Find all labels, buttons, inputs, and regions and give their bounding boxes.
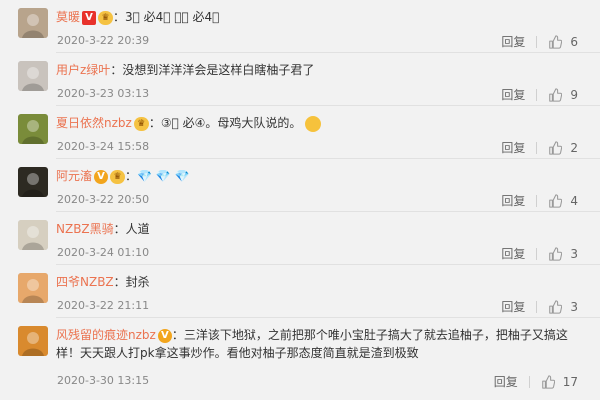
avatar-image bbox=[18, 114, 48, 144]
thumbs-up-icon bbox=[549, 34, 563, 49]
verified-yellow-badge-icon: V bbox=[157, 328, 172, 343]
member-level-badge-icon: ♛ bbox=[133, 116, 149, 131]
member-level-badge-icon: ♛ bbox=[98, 10, 114, 25]
comment-actions: 回复 6 bbox=[501, 33, 578, 50]
comment-text: 莫暖 V ♛ ：3⃣️ 必4⃣️ 黑⃣️ 必4⃣️ bbox=[56, 8, 574, 26]
avatar[interactable] bbox=[18, 8, 48, 38]
comment-text: 阿元滀 V ♛ ：💎 💎 💎 bbox=[56, 167, 574, 185]
comment-date: 2020-3-23 03:13 bbox=[57, 87, 150, 100]
smirk-emoji-icon bbox=[305, 115, 322, 132]
comment-username[interactable]: 夏日依然nzbz bbox=[56, 116, 132, 130]
comment-item: 莫暖 V ♛ ：3⃣️ 必4⃣️ 黑⃣️ 必4⃣️ 2020-3-22 20:39 回复 6 bbox=[0, 0, 600, 53]
reply-button[interactable]: 回复 bbox=[501, 245, 525, 262]
thumbs-up-icon bbox=[549, 140, 563, 155]
avatar-image bbox=[18, 8, 48, 38]
comment-actions: 回复 9 bbox=[501, 86, 578, 103]
thumbs-up-icon bbox=[549, 193, 563, 208]
comment-actions: 回复 4 bbox=[501, 192, 578, 209]
comment-content: ：人道 bbox=[113, 222, 150, 236]
verified-yellow-badge-icon: V bbox=[94, 169, 109, 184]
action-separator bbox=[536, 141, 538, 154]
comment-date: 2020-3-30 13:15 bbox=[57, 374, 150, 387]
action-separator bbox=[536, 247, 538, 260]
comment-text: 夏日依然nzbz ♛ ：③⃣️ 必④。母鸡大队说的。 bbox=[56, 114, 574, 132]
comment-text: NZBZ黑骑：人道 bbox=[56, 220, 574, 238]
like-count: 17 bbox=[562, 374, 578, 389]
comment-item: 风残留的痕迹nzbz V ：三洋该下地狱，之前把那个唯小宝肚子搞大了就去追柚子，把柚… bbox=[0, 318, 600, 400]
like-button[interactable]: 17 bbox=[541, 375, 578, 389]
like-count: 3 bbox=[570, 246, 578, 261]
comment-item: 阿元滀 V ♛ ：💎 💎 💎 2020-3-22 20:50 回复 4 bbox=[0, 159, 600, 212]
avatar-image bbox=[18, 273, 48, 303]
verified-red-badge-icon: V bbox=[82, 10, 97, 25]
comment-username[interactable]: 阿元滀 bbox=[56, 169, 92, 183]
comment-text: 风残留的痕迹nzbz V ：三洋该下地狱，之前把那个唯小宝肚子搞大了就去追柚子，把柚… bbox=[56, 326, 574, 362]
reply-button[interactable]: 回复 bbox=[501, 192, 525, 209]
comment-item: NZBZ黑骑：人道 2020-3-24 01:10 回复 3 bbox=[0, 212, 600, 265]
like-count: 4 bbox=[570, 193, 578, 208]
like-count: 9 bbox=[570, 87, 578, 102]
comment-item: 用户z绿叶：没想到洋洋洋会是这样白瞎柚子君了 2020-3-23 03:13 回复 9 bbox=[0, 53, 600, 106]
like-button[interactable]: 4 bbox=[548, 194, 578, 208]
comment-username[interactable]: NZBZ黑骑 bbox=[56, 222, 114, 236]
comment-username[interactable]: 莫暖 bbox=[56, 10, 80, 24]
comment-date: 2020-3-22 20:50 bbox=[57, 193, 150, 206]
reply-button[interactable]: 回复 bbox=[501, 33, 525, 50]
action-separator bbox=[536, 35, 538, 48]
action-separator bbox=[536, 194, 538, 207]
comment-text: 用户z绿叶：没想到洋洋洋会是这样白瞎柚子君了 bbox=[56, 61, 574, 79]
avatar[interactable] bbox=[18, 326, 48, 356]
action-separator bbox=[536, 300, 538, 313]
reply-button[interactable]: 回复 bbox=[501, 139, 525, 156]
comment-content: ：③⃣️ 必④。母鸡大队说的。 bbox=[148, 116, 302, 130]
comment-item: 夏日依然nzbz ♛ ：③⃣️ 必④。母鸡大队说的。 2020-3-24 15:58 回… bbox=[0, 106, 600, 159]
avatar[interactable] bbox=[18, 114, 48, 144]
thumbs-up-icon bbox=[549, 87, 563, 102]
reply-button[interactable]: 回复 bbox=[501, 86, 525, 103]
thumbs-up-icon bbox=[549, 246, 563, 261]
comment-actions: 回复 17 bbox=[494, 373, 578, 390]
reply-button[interactable]: 回复 bbox=[501, 298, 525, 315]
like-button[interactable]: 3 bbox=[548, 300, 578, 314]
thumbs-up-icon bbox=[541, 374, 555, 389]
comment-actions: 回复 2 bbox=[501, 139, 578, 156]
avatar[interactable] bbox=[18, 61, 48, 91]
comment-item: 四爷NZBZ：封杀 2020-3-22 21:11 回复 3 bbox=[0, 265, 600, 318]
action-separator bbox=[528, 375, 530, 388]
action-separator bbox=[536, 88, 538, 101]
comment-content: ：💎 💎 💎 bbox=[125, 169, 190, 183]
avatar-image bbox=[18, 167, 48, 197]
avatar[interactable] bbox=[18, 167, 48, 197]
comment-content: ：3⃣️ 必4⃣️ 黑⃣️ 必4⃣️ bbox=[113, 10, 220, 24]
comment-actions: 回复 3 bbox=[501, 245, 578, 262]
comment-date: 2020-3-22 20:39 bbox=[57, 34, 150, 47]
comment-content: ：没想到洋洋洋会是这样白瞎柚子君了 bbox=[110, 63, 315, 77]
comment-username[interactable]: 四爷NZBZ bbox=[56, 275, 114, 289]
comment-username[interactable]: 用户z绿叶 bbox=[56, 63, 110, 77]
comment-date: 2020-3-24 15:58 bbox=[57, 140, 150, 153]
thumbs-up-icon bbox=[549, 299, 563, 314]
member-level-badge-icon: ♛ bbox=[110, 169, 126, 184]
like-count: 3 bbox=[570, 299, 578, 314]
comment-date: 2020-3-22 21:11 bbox=[57, 299, 150, 312]
comment-date: 2020-3-24 01:10 bbox=[57, 246, 150, 259]
reply-button[interactable]: 回复 bbox=[494, 373, 518, 390]
avatar-image bbox=[18, 326, 48, 356]
like-button[interactable]: 6 bbox=[548, 35, 578, 49]
avatar[interactable] bbox=[18, 273, 48, 303]
comment-text: 四爷NZBZ：封杀 bbox=[56, 273, 574, 291]
avatar[interactable] bbox=[18, 220, 48, 250]
comment-username[interactable]: 风残留的痕迹nzbz bbox=[56, 328, 156, 342]
comment-feed: 莫暖 V ♛ ：3⃣️ 必4⃣️ 黑⃣️ 必4⃣️ 2020-3-22 20:39 回复 6… bbox=[0, 0, 600, 400]
like-count: 2 bbox=[570, 140, 578, 155]
like-count: 6 bbox=[570, 34, 578, 49]
avatar-image bbox=[18, 220, 48, 250]
avatar-image bbox=[18, 61, 48, 91]
like-button[interactable]: 2 bbox=[548, 141, 578, 155]
like-button[interactable]: 3 bbox=[548, 247, 578, 261]
comment-actions: 回复 3 bbox=[501, 298, 578, 315]
comment-content: ：封杀 bbox=[113, 275, 150, 289]
like-button[interactable]: 9 bbox=[548, 88, 578, 102]
